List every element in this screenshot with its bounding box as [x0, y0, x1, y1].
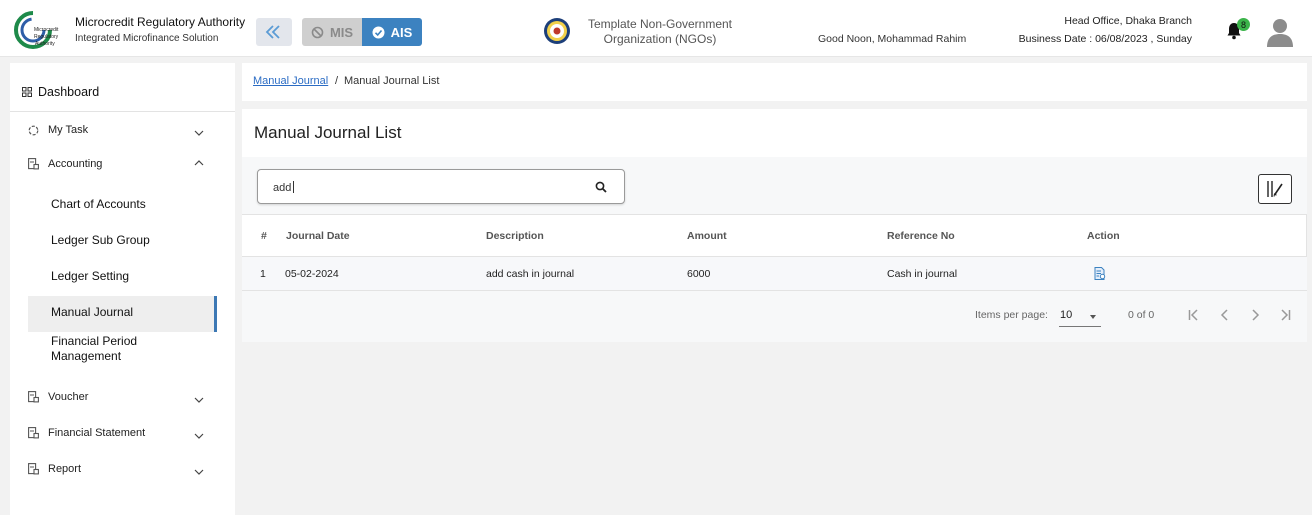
notification-badge: 8: [1237, 18, 1250, 31]
collapse-sidebar-button[interactable]: [256, 18, 292, 46]
ngo-name: Template Non-Government Organization (NG…: [587, 17, 733, 46]
double-chevron-left-icon: [265, 25, 280, 39]
page-range: 0 of 0: [1128, 309, 1155, 321]
search-icon[interactable]: [595, 181, 607, 193]
sidebar: Dashboard My Task Accounting Chart of Ac…: [10, 63, 235, 515]
breadcrumb-separator: /: [335, 75, 339, 87]
sidebar-item-my-task[interactable]: My Task: [28, 124, 218, 136]
sidebar-divider: [10, 111, 235, 112]
cell-index: 1: [260, 268, 266, 280]
government-seal-icon: [544, 18, 570, 44]
sidebar-item-voucher[interactable]: Voucher: [28, 391, 218, 403]
sidebar-sub-ledger-setting[interactable]: Ledger Setting: [51, 269, 129, 283]
svg-text:Authority: Authority: [35, 41, 55, 47]
table-header: # Journal Date Description Amount Refere…: [242, 214, 1307, 257]
items-per-page-label: Items per page:: [975, 309, 1048, 321]
business-date: Business Date : 06/08/2023 , Sunday: [1018, 33, 1192, 45]
column-header-description[interactable]: Description: [486, 230, 544, 242]
chevron-down-icon: [194, 130, 204, 136]
ledger-icon: [28, 158, 39, 170]
journal-list-card: Manual Journal List add # Journal Date D…: [242, 109, 1307, 342]
sidebar-sub-manual-journal[interactable]: Manual Journal: [51, 305, 133, 319]
caret-down-icon: [1090, 315, 1096, 319]
mis-label: MIS: [329, 24, 354, 40]
chevron-up-icon: [194, 160, 204, 166]
chevron-down-icon: [194, 397, 204, 403]
ledger-icon: [28, 463, 39, 475]
svg-text:Microcredit: Microcredit: [34, 27, 59, 33]
paginator: Items per page: 10 0 of 0: [242, 291, 1307, 342]
column-header-amount[interactable]: Amount: [687, 230, 727, 242]
ais-label: AIS: [390, 24, 413, 40]
branch-name: Head Office, Dhaka Branch: [1064, 15, 1192, 27]
breadcrumb-link-manual-journal[interactable]: Manual Journal: [253, 75, 328, 87]
chevron-down-icon: [194, 469, 204, 475]
cell-journal-date: 05-02-2024: [285, 268, 339, 280]
last-page-icon: [1281, 309, 1291, 321]
sidebar-sub-ledger-sub-group[interactable]: Ledger Sub Group: [51, 233, 150, 247]
mra-logo-icon: Microcredit Regulatory Authority: [14, 11, 59, 49]
sidebar-item-financial-statement[interactable]: Financial Statement: [28, 427, 218, 439]
sidebar-item-accounting[interactable]: Accounting: [28, 158, 218, 170]
cell-amount: 6000: [687, 268, 711, 280]
ledger-icon: [28, 427, 39, 439]
sidebar-sub-chart-of-accounts[interactable]: Chart of Accounts: [51, 197, 146, 211]
sidebar-item-report[interactable]: Report: [28, 463, 218, 475]
items-per-page-select[interactable]: 10: [1059, 305, 1101, 327]
chevron-down-icon: [194, 433, 204, 439]
next-page-button[interactable]: [1245, 305, 1265, 325]
previous-page-button[interactable]: [1215, 305, 1235, 325]
column-edit-icon: [1267, 181, 1283, 197]
svg-text:Regulatory: Regulatory: [34, 34, 59, 40]
search-input[interactable]: add: [257, 169, 625, 204]
org-subtitle: Integrated Microfinance Solution: [75, 33, 219, 44]
ledger-icon: [28, 391, 39, 403]
grid-icon: [22, 87, 32, 97]
ais-toggle-button[interactable]: AIS: [362, 18, 422, 46]
sidebar-sub-financial-period-management[interactable]: Financial Period Management: [51, 334, 137, 364]
user-greeting: Good Noon, Mohammad Rahim: [818, 33, 967, 45]
search-input-value: add: [273, 181, 294, 194]
column-settings-button[interactable]: [1258, 174, 1292, 204]
user-avatar-icon[interactable]: [1266, 17, 1294, 47]
breadcrumb: Manual Journal / Manual Journal List: [242, 63, 1307, 101]
sidebar-item-dashboard[interactable]: Dashboard: [22, 85, 99, 99]
page-title: Manual Journal List: [254, 123, 402, 142]
ban-icon: [311, 26, 324, 38]
chevron-left-icon: [1220, 309, 1228, 321]
table-row[interactable]: 1 05-02-2024 add cash in journal 6000 Ca…: [242, 257, 1307, 291]
cell-description: add cash in journal: [486, 268, 575, 280]
first-page-icon: [1188, 309, 1198, 321]
view-document-icon[interactable]: [1094, 267, 1106, 280]
first-page-button[interactable]: [1184, 305, 1204, 325]
org-title: Microcredit Regulatory Authority: [75, 15, 246, 29]
list-toolbar: add: [242, 157, 1307, 214]
mis-toggle-button[interactable]: MIS: [302, 18, 362, 46]
check-circle-icon: [372, 26, 385, 38]
column-header-action: Action: [1087, 230, 1120, 242]
last-page-button[interactable]: [1275, 305, 1295, 325]
breadcrumb-current: Manual Journal List: [344, 75, 440, 87]
spinner-icon: [28, 125, 39, 135]
column-header-index: #: [261, 230, 267, 242]
column-header-journal-date[interactable]: Journal Date: [286, 230, 350, 242]
app-header: Microcredit Regulatory Authority Microcr…: [0, 0, 1312, 57]
column-header-reference-no[interactable]: Reference No: [887, 230, 955, 242]
cell-reference-no: Cash in journal: [887, 268, 958, 280]
chevron-right-icon: [1252, 309, 1260, 321]
